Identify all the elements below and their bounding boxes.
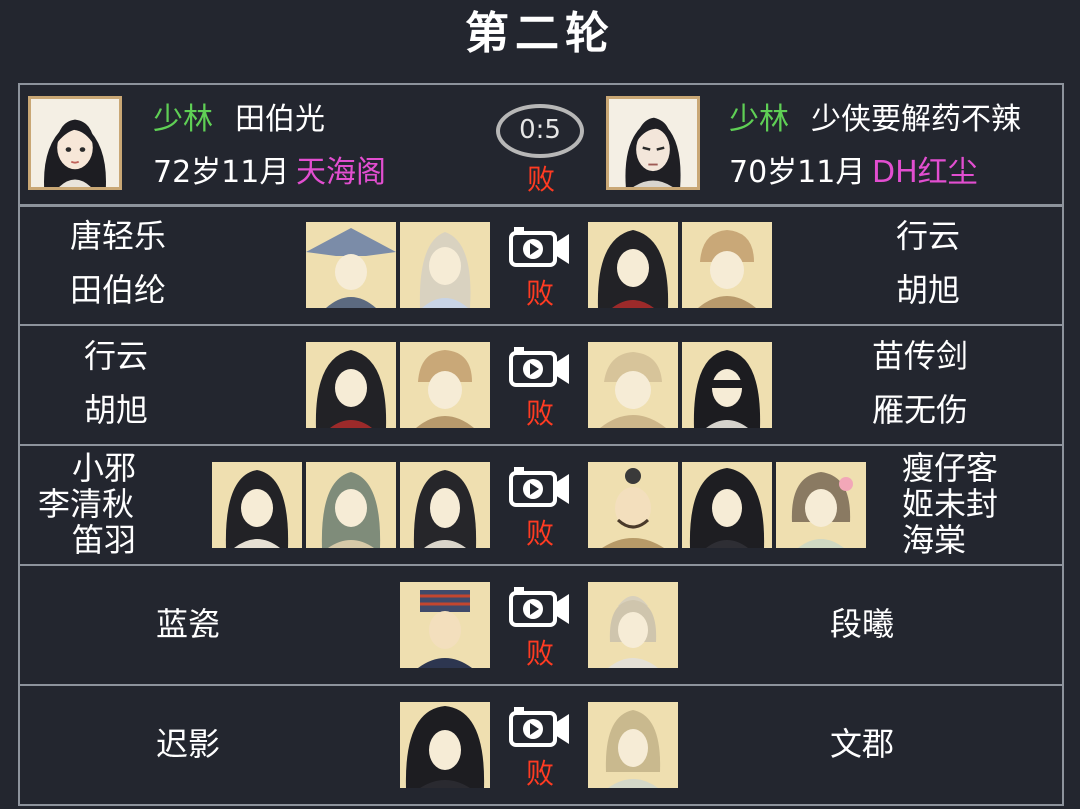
character-portrait bbox=[400, 462, 490, 548]
header-result: 败 bbox=[526, 163, 555, 196]
right-character-name: 雁无伤 bbox=[872, 391, 969, 429]
right-player-school: 少林 bbox=[729, 102, 789, 137]
round-title: 第二轮 bbox=[465, 8, 615, 59]
video-camera-icon[interactable] bbox=[508, 224, 572, 270]
left-player-guild[interactable]: 天海阁 bbox=[296, 153, 386, 193]
character-portrait bbox=[588, 462, 678, 548]
character-portrait bbox=[400, 702, 490, 788]
character-portrait bbox=[400, 342, 490, 428]
left-character-name: 迟影 bbox=[156, 725, 221, 763]
character-portrait bbox=[588, 342, 678, 428]
character-portrait bbox=[588, 582, 678, 668]
right-character-name: 苗传剑 bbox=[872, 337, 969, 375]
character-portrait bbox=[306, 222, 396, 308]
right-character-name: 文郡 bbox=[830, 725, 895, 763]
right-player-guild[interactable]: DH红尘 bbox=[872, 153, 978, 193]
left-character-name: 李清秋 bbox=[38, 485, 135, 523]
left-player-age: 72岁11月 bbox=[153, 155, 290, 190]
right-character-name: 瘦仔客 bbox=[902, 449, 999, 487]
match-result: 败 bbox=[525, 277, 554, 310]
right-character-name: 段曦 bbox=[830, 605, 895, 643]
video-camera-icon[interactable] bbox=[508, 464, 572, 510]
left-player-name[interactable]: 田伯光 bbox=[235, 100, 325, 140]
left-player-avatar[interactable] bbox=[28, 96, 122, 190]
right-character-name: 胡旭 bbox=[896, 271, 961, 309]
character-portrait bbox=[588, 222, 678, 308]
video-camera-icon[interactable] bbox=[508, 704, 572, 750]
character-portrait bbox=[588, 702, 678, 788]
right-player-age: 70岁11月 bbox=[729, 155, 866, 190]
match-result: 败 bbox=[525, 757, 554, 790]
character-portrait bbox=[400, 582, 490, 668]
character-portrait bbox=[776, 462, 866, 548]
character-portrait bbox=[212, 462, 302, 548]
left-character-name: 唐轻乐 bbox=[70, 217, 167, 255]
character-portrait bbox=[306, 462, 396, 548]
match-result: 败 bbox=[525, 397, 554, 430]
left-player-school: 少林 bbox=[153, 102, 213, 137]
right-character-name: 海棠 bbox=[902, 521, 967, 559]
left-character-name: 小邪 bbox=[72, 449, 137, 487]
match-result: 败 bbox=[525, 517, 554, 550]
left-character-name: 田伯纶 bbox=[70, 271, 167, 309]
character-portrait bbox=[400, 222, 490, 308]
character-portrait bbox=[682, 342, 772, 428]
character-portrait bbox=[682, 462, 772, 548]
character-portrait bbox=[682, 222, 772, 308]
left-character-name: 胡旭 bbox=[84, 391, 149, 429]
right-character-name: 行云 bbox=[896, 217, 961, 255]
match-score: 0:5 bbox=[496, 104, 584, 158]
left-character-name: 笛羽 bbox=[72, 521, 137, 559]
right-player-avatar[interactable] bbox=[606, 96, 700, 190]
left-character-name: 行云 bbox=[84, 337, 149, 375]
match-result: 败 bbox=[525, 637, 554, 670]
video-camera-icon[interactable] bbox=[508, 344, 572, 390]
right-player-name[interactable]: 少侠要解药不辣 bbox=[811, 100, 1021, 140]
left-character-name: 蓝瓷 bbox=[156, 605, 221, 643]
video-camera-icon[interactable] bbox=[508, 584, 572, 630]
right-character-name: 姬未封 bbox=[902, 485, 999, 523]
character-portrait bbox=[306, 342, 396, 428]
